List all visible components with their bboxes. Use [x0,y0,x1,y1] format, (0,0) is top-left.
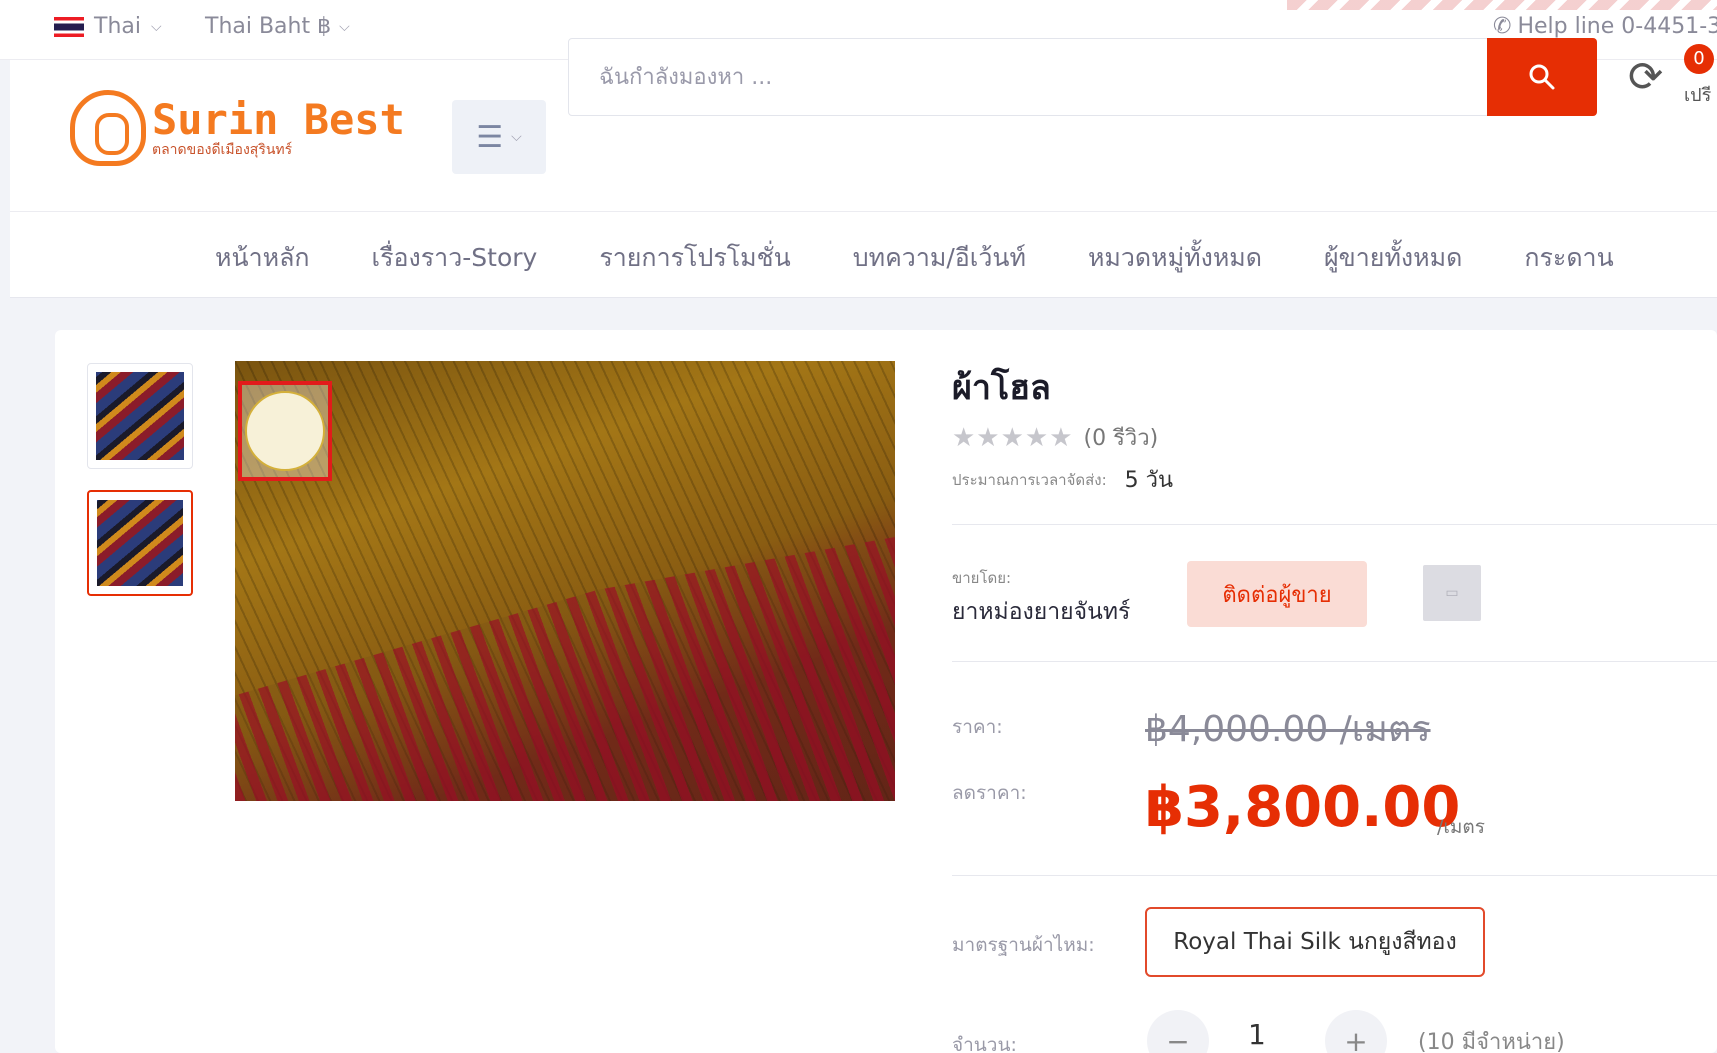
discount-price: ฿3,800.00 [1145,775,1461,840]
site-logo[interactable]: Surin Best ตลาดของดีเมืองสุรินทร์ [70,90,405,166]
divider [952,875,1717,876]
divider [952,661,1717,662]
delivery-label: ประมาณการเวลาจัดส่ง: [952,470,1107,489]
thumbnail-image [97,500,183,586]
logo-brand: Surin Best [152,95,405,144]
nav-item-home[interactable]: หน้าหลัก [215,238,310,278]
quantity-input[interactable]: 1 [1248,1018,1266,1051]
phone-icon: ✆ [1493,14,1512,39]
currency-label: Thai Baht ฿ [205,14,332,39]
image-placeholder-icon[interactable]: ▭ [1423,565,1481,621]
search-button[interactable] [1487,38,1597,116]
search-input[interactable] [599,39,1399,115]
product-thumbnail-selected[interactable] [87,490,193,596]
language-label: Thai [94,14,141,39]
estimated-delivery: ประมาณการเวลาจัดส่ง: 5 วัน [952,462,1173,497]
seller-name[interactable]: ยาหม่องยายจันทร์ [952,594,1130,630]
stock-available: (10 มีจำหน่าย) [1418,1030,1565,1053]
royal-silk-seal-icon [238,381,332,481]
nav-item-articles[interactable]: บทความ/อีเว้นท์ [853,238,1026,278]
elephant-logo-icon [70,90,146,166]
menu-icon: ☰ [476,119,504,155]
category-menu-button[interactable]: ☰ ⌵ [452,100,546,174]
nav-item-sellers[interactable]: ผู้ขายทั้งหมด [1324,238,1462,278]
currency-selector[interactable]: Thai Baht ฿ ⌵ [205,14,350,39]
search-bar [568,38,1490,116]
nav-item-categories[interactable]: หมวดหมู่ทั้งหมด [1088,238,1262,278]
original-price: ฿4,000.00 /เมตร [1145,709,1431,750]
star-rating-icon: ★★★★★ [952,422,1074,453]
sold-by-label: ขายโดย: [952,569,1012,587]
helpline-text: Help line 0-4451-3 [1517,14,1717,39]
language-selector[interactable]: Thai ⌵ [54,14,162,39]
chevron-down-icon: ⌵ [150,18,162,35]
nav-item-promotions[interactable]: รายการโปรโมชั่น [599,238,790,278]
compare-icon[interactable]: ⟳ [1628,52,1663,101]
chevron-down-icon: ⌵ [511,129,522,145]
search-icon [1529,64,1555,90]
main-navigation: หน้าหลัก เรื่องราว-Story รายการโปรโมชั่น… [10,212,1717,298]
product-thumbnail[interactable] [87,363,193,469]
logo-tagline: ตลาดของดีเมืองสุรินทร์ [152,142,293,158]
compare-label[interactable]: เปรี [1684,80,1711,109]
product-main-image[interactable] [235,361,895,801]
quantity-label: จำนวน: [952,1034,1017,1053]
chevron-down-icon: ⌵ [339,18,350,35]
fabric-pattern [235,537,895,801]
contact-seller-button[interactable]: ติดต่อผู้ขาย [1187,561,1367,627]
nav-item-story[interactable]: เรื่องราว-Story [372,238,538,278]
product-title: ผ้าโฮล [952,368,1051,408]
silk-standard-label: มาตรฐานผ้าไหม: [952,934,1095,956]
delivery-value: 5 วัน [1124,468,1174,493]
silk-standard-option[interactable]: Royal Thai Silk นกยูงสีทอง [1145,907,1485,977]
price-label: ราคา: [952,716,1003,738]
compare-count-badge: 0 [1684,44,1714,74]
price-unit: /เมตร [1437,816,1485,838]
flag-thailand-icon [54,16,84,37]
decorative-pattern [1287,0,1717,10]
nav-item-board[interactable]: กระดาน [1524,238,1613,278]
review-count[interactable]: (0 รีวิว) [1084,420,1159,455]
thumbnail-image [96,372,184,460]
product-rating: ★★★★★ (0 รีวิว) [952,420,1158,455]
helpline[interactable]: ✆ Help line 0-4451-3 [1493,14,1717,39]
divider [952,524,1717,525]
discount-label: ลดราคา: [952,782,1027,804]
